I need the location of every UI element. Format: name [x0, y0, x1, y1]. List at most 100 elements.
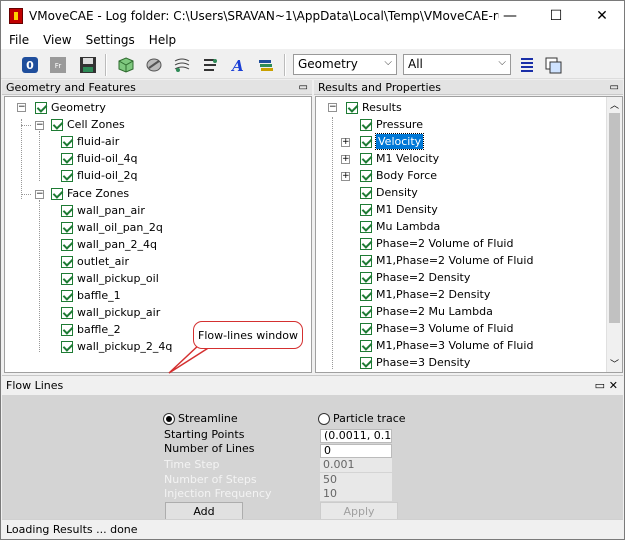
- menu-help[interactable]: Help: [149, 33, 176, 47]
- checkbox-icon[interactable]: [61, 306, 73, 319]
- scroll-up-icon[interactable]: ︿: [610, 98, 619, 111]
- checkbox-icon[interactable]: [51, 187, 63, 200]
- checkbox-icon[interactable]: [360, 356, 372, 369]
- apply-button[interactable]: Apply: [320, 502, 398, 520]
- result-item[interactable]: Mu Lambda: [360, 218, 440, 235]
- surface-icon[interactable]: [143, 54, 165, 76]
- tree-item[interactable]: baffle_1: [61, 287, 121, 304]
- layers-icon[interactable]: [255, 54, 277, 76]
- checkbox-icon[interactable]: [61, 221, 73, 234]
- tree-item[interactable]: baffle_2: [61, 321, 121, 338]
- result-item[interactable]: Body Force: [360, 167, 437, 184]
- checkbox-icon[interactable]: [61, 169, 73, 182]
- save-icon[interactable]: [77, 54, 99, 76]
- restore-icon[interactable]: ▭: [595, 376, 605, 396]
- particle-trace-radio[interactable]: [318, 413, 330, 425]
- result-item[interactable]: M1,Phase=2 Volume of Fluid: [360, 252, 533, 269]
- tree-item[interactable]: wall_pan_air: [61, 202, 145, 219]
- tree-root-results[interactable]: Results: [346, 99, 402, 116]
- checkbox-icon[interactable]: [360, 339, 372, 352]
- tree-item[interactable]: wall_pickup_2_4q: [61, 338, 172, 355]
- result-item[interactable]: Pressure: [360, 116, 423, 133]
- checkbox-icon[interactable]: [360, 237, 372, 250]
- vector-icon[interactable]: [199, 54, 221, 76]
- expand-icon[interactable]: +: [341, 172, 350, 181]
- text-annotation-icon[interactable]: A: [227, 54, 249, 76]
- copy-window-icon[interactable]: [542, 54, 564, 76]
- tree-item[interactable]: wall_pickup_oil: [61, 270, 159, 287]
- tree-group-cell-zones[interactable]: Cell Zones: [51, 116, 125, 133]
- checkbox-icon[interactable]: [360, 186, 372, 199]
- fr-icon[interactable]: Fr: [47, 54, 69, 76]
- scroll-thumb[interactable]: [609, 113, 620, 323]
- checkbox-icon[interactable]: [360, 152, 372, 165]
- tree-item[interactable]: outlet_air: [61, 253, 129, 270]
- checkbox-icon[interactable]: [360, 169, 372, 182]
- tree-item[interactable]: wall_pickup_air: [61, 304, 160, 321]
- streamline-radio[interactable]: [163, 413, 175, 425]
- collapse-icon[interactable]: −: [35, 190, 44, 199]
- checkbox-icon[interactable]: [360, 220, 372, 233]
- expand-icon[interactable]: +: [341, 155, 350, 164]
- checkbox-icon[interactable]: [61, 323, 73, 336]
- checkbox-icon[interactable]: [360, 322, 372, 335]
- result-item[interactable]: Phase=2 Density: [360, 269, 470, 286]
- expand-icon[interactable]: +: [341, 138, 350, 147]
- tree-item[interactable]: fluid-oil_2q: [61, 167, 137, 184]
- checkbox-icon[interactable]: [35, 101, 47, 114]
- checkbox-icon[interactable]: [360, 305, 372, 318]
- result-item[interactable]: M1,Phase=2 Density: [360, 286, 490, 303]
- restore-icon[interactable]: ▭: [299, 80, 308, 95]
- menu-view[interactable]: View: [43, 33, 71, 47]
- checkbox-icon[interactable]: [360, 203, 372, 216]
- checkbox-icon[interactable]: [61, 135, 73, 148]
- collapse-icon[interactable]: −: [17, 103, 26, 112]
- menu-settings[interactable]: Settings: [86, 33, 135, 47]
- result-item[interactable]: Phase=2 Mu Lambda: [360, 303, 493, 320]
- tree-item[interactable]: fluid-air: [61, 133, 119, 150]
- contour-icon[interactable]: [171, 54, 193, 76]
- result-item-selected[interactable]: Velocity: [360, 133, 425, 150]
- minimize-button[interactable]: —: [487, 1, 533, 31]
- checkbox-icon[interactable]: [346, 101, 358, 114]
- cube-icon[interactable]: [115, 54, 137, 76]
- checkbox-icon[interactable]: [61, 340, 73, 353]
- checkbox-icon[interactable]: [51, 118, 63, 131]
- tree-item[interactable]: fluid-oil_4q: [61, 150, 137, 167]
- checkbox-icon[interactable]: [360, 288, 372, 301]
- feature-filter-combo[interactable]: All ⌵: [403, 54, 511, 75]
- checkbox-icon[interactable]: [61, 255, 73, 268]
- result-item[interactable]: Phase=3 Density: [360, 354, 470, 371]
- tree-root-geometry[interactable]: Geometry: [35, 99, 106, 116]
- collapse-icon[interactable]: −: [328, 103, 337, 112]
- checkbox-icon[interactable]: [61, 289, 73, 302]
- scroll-down-icon[interactable]: ﹀: [610, 357, 619, 370]
- result-item[interactable]: M1,Phase=3 Volume of Fluid: [360, 337, 533, 354]
- tree-item[interactable]: wall_oil_pan_2q: [61, 219, 163, 236]
- checkbox-icon[interactable]: [360, 254, 372, 267]
- tree-group-face-zones[interactable]: Face Zones: [51, 185, 129, 202]
- checkbox-icon[interactable]: [61, 272, 73, 285]
- number-of-lines-field[interactable]: 0: [320, 444, 392, 458]
- starting-points-field[interactable]: (0.0011, 0.1895, 0.10: [320, 429, 392, 443]
- checkbox-icon[interactable]: [360, 135, 372, 148]
- checkbox-icon[interactable]: [61, 204, 73, 217]
- result-item[interactable]: Phase=3 Volume of Fluid: [360, 320, 513, 337]
- menu-file[interactable]: File: [9, 33, 29, 47]
- checkbox-icon[interactable]: [61, 238, 73, 251]
- close-icon[interactable]: ✕: [609, 376, 618, 396]
- restore-icon[interactable]: ▭: [610, 80, 619, 95]
- result-item[interactable]: M1 Density: [360, 201, 438, 218]
- result-item[interactable]: M1 Velocity: [360, 150, 439, 167]
- open-icon[interactable]: 0: [19, 54, 41, 76]
- maximize-button[interactable]: ☐: [533, 1, 579, 31]
- close-button[interactable]: ✕: [579, 1, 624, 31]
- add-button[interactable]: Add: [165, 502, 243, 520]
- feature-type-combo[interactable]: Geometry ⌵: [293, 54, 397, 75]
- result-item[interactable]: Phase=2 Volume of Fluid: [360, 235, 513, 252]
- vertical-scrollbar[interactable]: ︿ ﹀: [606, 97, 622, 372]
- checkbox-icon[interactable]: [360, 271, 372, 284]
- list-icon[interactable]: [516, 54, 538, 76]
- collapse-icon[interactable]: −: [35, 121, 44, 130]
- tree-item[interactable]: wall_pan_2_4q: [61, 236, 157, 253]
